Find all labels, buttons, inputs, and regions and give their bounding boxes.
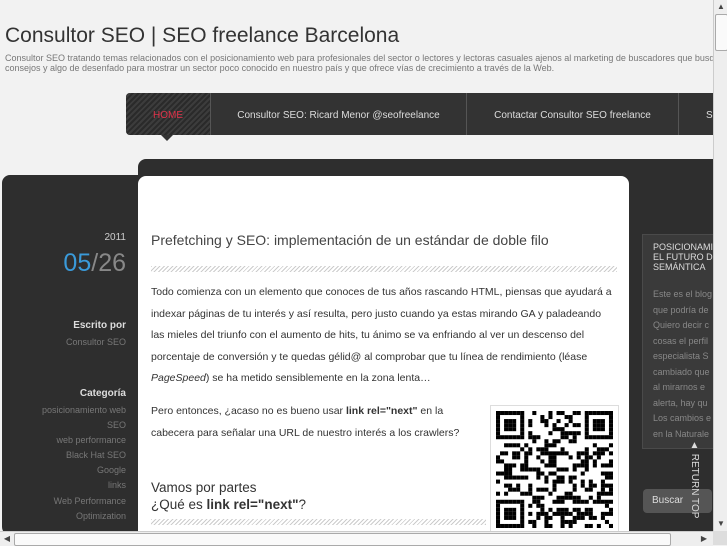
scrollbar-corner: [713, 531, 727, 545]
post-paragraph: Pero entonces, ¿acaso no es bueno usar l…: [151, 405, 460, 439]
sidebar-widget: POSICIONAMIENTO EL FUTURO DE SEMÁNTICA E…: [642, 234, 713, 449]
scroll-left-icon[interactable]: ◀: [0, 532, 14, 546]
qr-code-icon: [496, 411, 613, 528]
widget-title[interactable]: POSICIONAMIENTO EL FUTURO DE SEMÁNTICA: [653, 242, 713, 272]
category-link[interactable]: Google: [0, 463, 126, 478]
site-title[interactable]: Consultor SEO | SEO freelance Barcelona: [5, 24, 399, 48]
title-divider: [151, 266, 617, 272]
widget-text: Este es el blog que podría de Quiero dec…: [653, 289, 713, 439]
post-month: 05: [63, 249, 92, 277]
post-date: 05/26: [63, 249, 126, 277]
horizontal-scrollbar-thumb[interactable]: [14, 533, 671, 546]
scroll-right-icon[interactable]: ▶: [697, 532, 711, 546]
arrow-up-icon: ▲: [689, 440, 700, 454]
category-link[interactable]: links: [0, 478, 126, 493]
post-subheading: Vamos por partes ¿Qué es link rel="next"…: [151, 480, 307, 512]
post-paragraph: Todo comienza con un elemento que conoce…: [151, 286, 612, 384]
nav-item-home[interactable]: HOME: [126, 93, 211, 135]
return-top-link[interactable]: ▲ RETURN TOP: [686, 440, 700, 520]
post-year: 2011: [104, 232, 126, 243]
browser-viewport: Consultor SEO | SEO freelance Barcelona …: [0, 0, 713, 531]
qr-code-image: [490, 405, 619, 531]
scroll-up-icon[interactable]: ▲: [714, 0, 727, 14]
nav-item-more[interactable]: S: [679, 93, 713, 135]
scroll-down-icon[interactable]: ▼: [714, 517, 727, 531]
author-link[interactable]: Consultor SEO: [0, 335, 126, 350]
nav-item-contactar[interactable]: Contactar Consultor SEO freelance: [467, 93, 679, 135]
nav-active-pointer: [161, 135, 173, 141]
vertical-scrollbar[interactable]: ▲ ▼: [713, 0, 727, 531]
subheading-divider: [151, 519, 486, 525]
main-nav: HOME Consultor SEO: Ricard Menor @seofre…: [126, 93, 713, 135]
search-button[interactable]: Buscar: [643, 489, 712, 513]
author-heading: Escrito por: [73, 320, 126, 331]
category-link[interactable]: posicionamiento web SEO: [30, 403, 126, 433]
post-day: 26: [98, 249, 126, 277]
vertical-scrollbar-thumb[interactable]: [715, 14, 727, 51]
nav-item-consultor-seo[interactable]: Consultor SEO: Ricard Menor @seofreelanc…: [211, 93, 467, 135]
site-description: Consultor SEO tratando temas relacionado…: [5, 53, 713, 73]
post-title[interactable]: Prefetching y SEO: implementación de un …: [151, 232, 549, 248]
category-link[interactable]: web performance: [0, 433, 126, 448]
horizontal-scrollbar[interactable]: ◀ ▶: [0, 531, 713, 546]
category-link[interactable]: Black Hat SEO: [0, 448, 126, 463]
category-heading: Categoría: [79, 388, 126, 399]
category-link[interactable]: Web Performance Optimization: [30, 494, 126, 524]
